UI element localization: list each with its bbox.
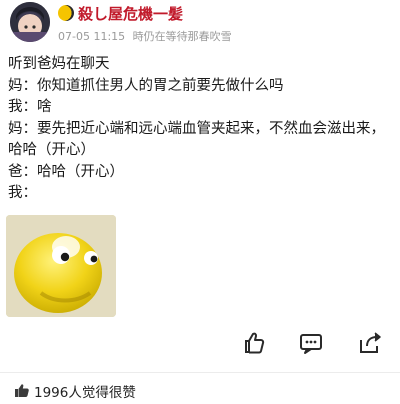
post-line-4: 妈：要先把近心端和远心端血管夹起来，不然血会滋出来，哈哈（开心）	[8, 120, 385, 159]
avatar[interactable]	[10, 2, 50, 42]
crescent-moon-icon	[58, 5, 74, 21]
likes-summary[interactable]: 1996人觉得很赞	[14, 381, 136, 401]
share-icon	[360, 332, 381, 353]
post-line-5: 爸：哈哈（开心）	[8, 163, 124, 180]
thumbs-up-icon	[15, 384, 29, 397]
divider	[0, 372, 400, 373]
emoji-sticker-image[interactable]	[6, 215, 116, 317]
post-meta: 07-05 11:15 時仍在等待那春吹雪	[58, 28, 232, 44]
comment-button[interactable]	[298, 330, 324, 356]
user-row: 殺し屋危機一髪	[58, 2, 183, 24]
post-device-text: 時仍在等待那春吹雪	[132, 30, 232, 43]
post-line-3: 我：啥	[8, 99, 52, 115]
yellow-face-sticker	[6, 215, 116, 317]
thumbs-up-icon	[245, 332, 265, 354]
comment-icon	[300, 334, 322, 354]
share-button[interactable]	[357, 330, 383, 356]
likes-text: 1996人觉得很赞	[34, 385, 136, 401]
username[interactable]: 殺し屋危機一髪	[78, 3, 183, 24]
like-button[interactable]	[240, 330, 266, 356]
avatar-image	[10, 2, 50, 42]
post-header: 殺し屋危機一髪 07-05 11:15 時仍在等待那春吹雪	[10, 2, 390, 46]
post-line-2: 妈：你知道抓住男人的胃之前要先做什么吗	[8, 77, 284, 94]
post-line-1: 听到爸妈在聊天	[8, 56, 110, 72]
post-content: 听到爸妈在聊天 妈：你知道抓住男人的胃之前要先做什么吗 我：啥 妈：要先把近心端…	[8, 54, 394, 205]
post-date: 07-05 11:15	[58, 30, 126, 43]
post-line-6: 我：	[8, 185, 37, 201]
